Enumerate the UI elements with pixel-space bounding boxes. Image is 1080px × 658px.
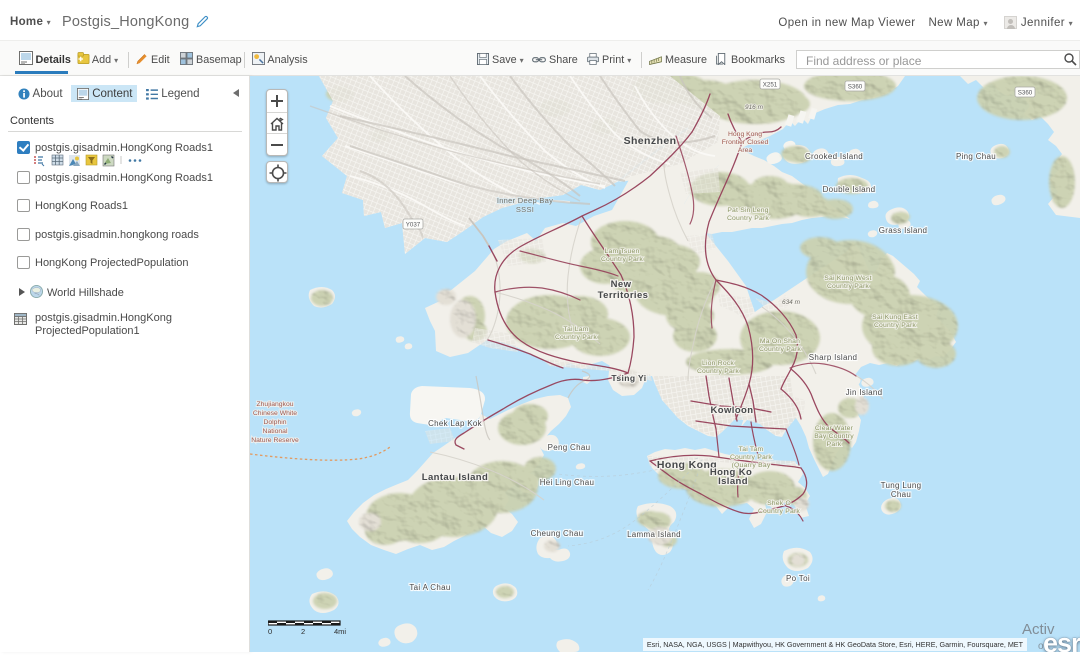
svg-text:Hong Kong: Hong Kong xyxy=(728,131,762,138)
svg-text:Sai Kung West: Sai Kung West xyxy=(824,275,871,282)
svg-text:Tai Lam: Tai Lam xyxy=(563,326,588,333)
svg-text:Tung Lung: Tung Lung xyxy=(881,481,922,490)
svg-text:Lamma Island: Lamma Island xyxy=(627,530,681,539)
svg-text:Country Park: Country Park xyxy=(874,322,916,329)
svg-text:National: National xyxy=(263,428,288,435)
svg-text:Ma On Shan: Ma On Shan xyxy=(760,338,800,345)
svg-text:Ping Chau: Ping Chau xyxy=(956,152,996,161)
svg-text:Sharp Island: Sharp Island xyxy=(809,353,858,362)
svg-text:Park: Park xyxy=(827,441,842,448)
svg-text:Nature Reserve: Nature Reserve xyxy=(251,437,299,444)
svg-text:Chau: Chau xyxy=(891,490,911,499)
svg-text:Cheung Chau: Cheung Chau xyxy=(531,529,584,538)
svg-text:S360: S360 xyxy=(1018,90,1033,97)
svg-text:Kowloon: Kowloon xyxy=(711,405,754,416)
svg-text:Territories: Territories xyxy=(598,290,649,301)
svg-text:Sai Kung East: Sai Kung East xyxy=(872,314,918,321)
svg-text:SSSI: SSSI xyxy=(516,205,534,214)
svg-text:2: 2 xyxy=(301,627,305,636)
svg-text:Inner Deep Bay: Inner Deep Bay xyxy=(497,196,553,205)
svg-text:(Quarry Bay: (Quarry Bay xyxy=(732,462,771,469)
svg-text:634 m: 634 m xyxy=(782,299,801,306)
svg-text:Double Island: Double Island xyxy=(823,185,876,194)
svg-text:Pat Sin Leng: Pat Sin Leng xyxy=(727,207,768,214)
svg-text:Crooked Island: Crooked Island xyxy=(805,152,863,161)
svg-text:Country Park: Country Park xyxy=(827,283,869,290)
svg-text:Lion Rock: Lion Rock xyxy=(702,360,734,367)
svg-text:Shek O: Shek O xyxy=(767,500,791,507)
svg-text:Hei Ling Chau: Hei Ling Chau xyxy=(540,478,595,487)
svg-text:Country Park: Country Park xyxy=(727,215,769,222)
svg-text:Frontier Closed: Frontier Closed xyxy=(722,139,769,146)
svg-text:Tsing Yi: Tsing Yi xyxy=(611,373,646,383)
svg-text:4mi: 4mi xyxy=(334,627,346,636)
svg-text:Area: Area xyxy=(738,147,753,154)
svg-text:S360: S360 xyxy=(848,84,863,91)
svg-text:916 m: 916 m xyxy=(745,104,764,111)
svg-text:Tai A Chau: Tai A Chau xyxy=(409,583,450,592)
svg-text:Country Park: Country Park xyxy=(555,334,597,341)
svg-text:X251: X251 xyxy=(763,82,778,89)
svg-text:New: New xyxy=(611,279,632,290)
svg-text:Dolphin: Dolphin xyxy=(263,419,286,426)
svg-text:Tai Tam: Tai Tam xyxy=(739,446,764,453)
svg-text:Zhujiangkou: Zhujiangkou xyxy=(256,401,293,408)
svg-text:Country Park: Country Park xyxy=(601,256,643,263)
svg-text:Shenzhen: Shenzhen xyxy=(624,135,677,147)
svg-text:Country Park: Country Park xyxy=(758,508,800,515)
svg-text:Country Park: Country Park xyxy=(697,368,739,375)
svg-text:Country Park: Country Park xyxy=(759,346,801,353)
svg-text:Po Toi: Po Toi xyxy=(786,574,810,583)
svg-text:Y037: Y037 xyxy=(406,222,421,229)
svg-text:Clear Water: Clear Water xyxy=(815,425,854,432)
svg-text:Chek Lap Kok: Chek Lap Kok xyxy=(428,419,483,428)
svg-text:Hong Kong: Hong Kong xyxy=(657,459,717,471)
svg-text:0: 0 xyxy=(268,627,272,636)
svg-text:Island: Island xyxy=(718,476,748,487)
svg-text:Chinese White: Chinese White xyxy=(253,410,297,417)
svg-text:Country Park: Country Park xyxy=(730,454,772,461)
svg-text:Lam Tsuen: Lam Tsuen xyxy=(605,248,640,255)
svg-text:Jin Island: Jin Island xyxy=(846,388,883,397)
svg-text:Grass Island: Grass Island xyxy=(879,226,928,235)
svg-text:Peng Chau: Peng Chau xyxy=(548,443,591,452)
svg-text:Bay Country: Bay Country xyxy=(814,433,854,440)
svg-text:Lantau Island: Lantau Island xyxy=(422,472,488,483)
